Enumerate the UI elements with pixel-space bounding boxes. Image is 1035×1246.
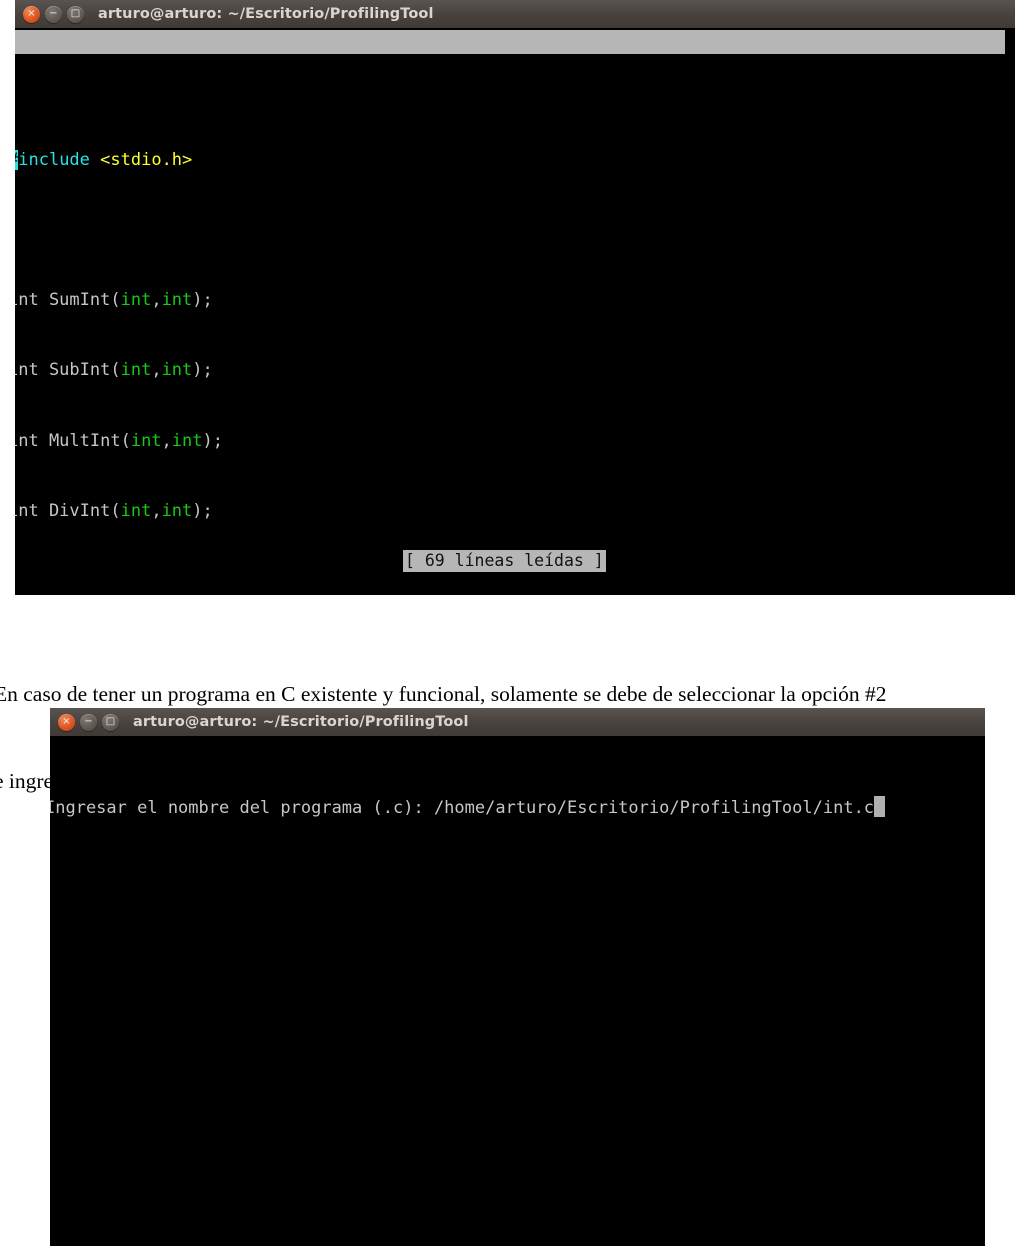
close-glyph: × (62, 715, 71, 727)
nano-shortcut-bar: ^G Ver ayuda ^O Guardar ^W Buscar ^K Cor… (15, 576, 1015, 595)
paragraph-line-1: En caso de tener un programa en C existe… (0, 682, 887, 706)
code-line: int DivInt(int,int); (15, 500, 213, 521)
close-icon[interactable]: × (23, 5, 40, 23)
program-path-prompt[interactable]: Ingresar el nombre del programa (.c): /h… (50, 796, 886, 820)
nano-code-area[interactable]: #include <stdio.h> int SumInt(int,int); … (15, 102, 431, 595)
close-icon[interactable]: × (58, 713, 75, 731)
minimize-glyph: − (49, 7, 58, 19)
text-cursor (874, 796, 886, 817)
minimize-icon[interactable]: − (45, 5, 62, 23)
prompt-input-value[interactable]: /home/arturo/Escritorio/ProfilingTool/in… (434, 798, 874, 818)
nano-window-titlebar[interactable]: × − □ arturo@arturo: ~/Escritorio/Profil… (15, 0, 1015, 28)
window-controls: × − □ (23, 5, 84, 23)
minimize-icon[interactable]: − (80, 713, 97, 731)
close-glyph: × (27, 7, 36, 19)
nano-header-bar: GNU nano 2.7.4Archivo: program.c (15, 30, 1005, 54)
prompt-window-titlebar[interactable]: × − □ arturo@arturo: ~/Escritorio/Profil… (50, 708, 985, 736)
maximize-glyph: □ (105, 715, 116, 727)
window-controls: × − □ (58, 713, 119, 731)
nano-window-title: arturo@arturo: ~/Escritorio/ProfilingToo… (98, 6, 434, 22)
code-line: int MultInt(int,int); (15, 430, 223, 451)
prompt-label: Ingresar el nombre del programa (.c): (50, 798, 434, 818)
maximize-icon[interactable]: □ (102, 713, 119, 731)
nano-status-message: [ 69 líneas leídas ] (403, 550, 606, 572)
maximize-icon[interactable]: □ (67, 5, 84, 23)
prompt-terminal-body[interactable]: Ingresar el nombre del programa (.c): /h… (50, 736, 985, 1246)
code-line: #include <stdio.h> (15, 149, 431, 172)
prompt-window-title: arturo@arturo: ~/Escritorio/ProfilingToo… (133, 714, 469, 730)
code-line: int SumInt(int,int); (15, 290, 213, 311)
code-line: int SubInt(int,int); (15, 360, 213, 381)
minimize-glyph: − (84, 715, 93, 727)
maximize-glyph: □ (70, 7, 81, 19)
prompt-terminal-window: × − □ arturo@arturo: ~/Escritorio/Profil… (50, 708, 985, 1246)
nano-terminal-window: × − □ arturo@arturo: ~/Escritorio/Profil… (15, 0, 1015, 595)
nano-terminal-body[interactable]: GNU nano 2.7.4Archivo: program.c #includ… (15, 28, 1015, 595)
